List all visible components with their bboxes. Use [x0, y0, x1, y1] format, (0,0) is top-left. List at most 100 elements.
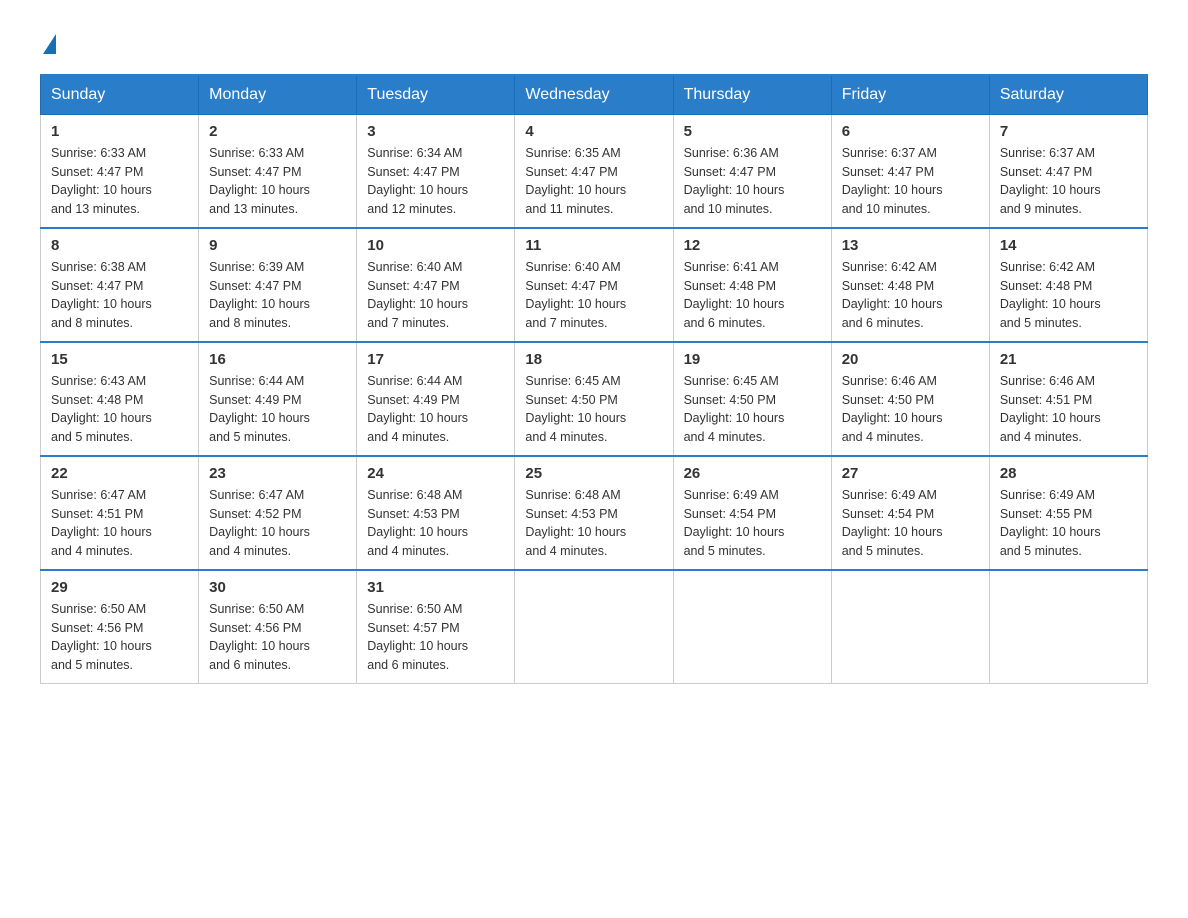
day-number: 16	[209, 351, 346, 368]
calendar-cell: 11 Sunrise: 6:40 AMSunset: 4:47 PMDaylig…	[515, 228, 673, 342]
logo	[40, 30, 56, 54]
day-number: 2	[209, 123, 346, 140]
calendar-cell: 26 Sunrise: 6:49 AMSunset: 4:54 PMDaylig…	[673, 456, 831, 570]
day-number: 6	[842, 123, 979, 140]
day-info: Sunrise: 6:50 AMSunset: 4:56 PMDaylight:…	[51, 602, 152, 672]
calendar-cell: 14 Sunrise: 6:42 AMSunset: 4:48 PMDaylig…	[989, 228, 1147, 342]
calendar-week-row: 15 Sunrise: 6:43 AMSunset: 4:48 PMDaylig…	[41, 342, 1148, 456]
day-info: Sunrise: 6:44 AMSunset: 4:49 PMDaylight:…	[209, 374, 310, 444]
day-number: 11	[525, 237, 662, 254]
day-info: Sunrise: 6:50 AMSunset: 4:56 PMDaylight:…	[209, 602, 310, 672]
day-number: 12	[684, 237, 821, 254]
day-number: 10	[367, 237, 504, 254]
calendar-cell	[831, 570, 989, 684]
day-number: 17	[367, 351, 504, 368]
day-header-thursday: Thursday	[673, 75, 831, 115]
day-header-wednesday: Wednesday	[515, 75, 673, 115]
day-number: 21	[1000, 351, 1137, 368]
day-number: 27	[842, 465, 979, 482]
day-info: Sunrise: 6:44 AMSunset: 4:49 PMDaylight:…	[367, 374, 468, 444]
calendar-week-row: 29 Sunrise: 6:50 AMSunset: 4:56 PMDaylig…	[41, 570, 1148, 684]
day-number: 15	[51, 351, 188, 368]
day-number: 25	[525, 465, 662, 482]
day-number: 30	[209, 579, 346, 596]
day-header-monday: Monday	[199, 75, 357, 115]
calendar-cell: 6 Sunrise: 6:37 AMSunset: 4:47 PMDayligh…	[831, 114, 989, 228]
day-number: 19	[684, 351, 821, 368]
calendar-cell: 31 Sunrise: 6:50 AMSunset: 4:57 PMDaylig…	[357, 570, 515, 684]
day-info: Sunrise: 6:47 AMSunset: 4:52 PMDaylight:…	[209, 488, 310, 558]
day-number: 14	[1000, 237, 1137, 254]
day-info: Sunrise: 6:35 AMSunset: 4:47 PMDaylight:…	[525, 146, 626, 216]
day-number: 4	[525, 123, 662, 140]
calendar-cell: 19 Sunrise: 6:45 AMSunset: 4:50 PMDaylig…	[673, 342, 831, 456]
calendar-table: SundayMondayTuesdayWednesdayThursdayFrid…	[40, 74, 1148, 684]
calendar-cell: 17 Sunrise: 6:44 AMSunset: 4:49 PMDaylig…	[357, 342, 515, 456]
day-number: 13	[842, 237, 979, 254]
day-info: Sunrise: 6:42 AMSunset: 4:48 PMDaylight:…	[1000, 260, 1101, 330]
calendar-cell: 8 Sunrise: 6:38 AMSunset: 4:47 PMDayligh…	[41, 228, 199, 342]
day-header-friday: Friday	[831, 75, 989, 115]
day-header-sunday: Sunday	[41, 75, 199, 115]
day-info: Sunrise: 6:33 AMSunset: 4:47 PMDaylight:…	[51, 146, 152, 216]
day-info: Sunrise: 6:37 AMSunset: 4:47 PMDaylight:…	[1000, 146, 1101, 216]
day-info: Sunrise: 6:40 AMSunset: 4:47 PMDaylight:…	[367, 260, 468, 330]
calendar-header-row: SundayMondayTuesdayWednesdayThursdayFrid…	[41, 75, 1148, 115]
day-info: Sunrise: 6:38 AMSunset: 4:47 PMDaylight:…	[51, 260, 152, 330]
day-number: 24	[367, 465, 504, 482]
day-info: Sunrise: 6:46 AMSunset: 4:51 PMDaylight:…	[1000, 374, 1101, 444]
calendar-cell: 15 Sunrise: 6:43 AMSunset: 4:48 PMDaylig…	[41, 342, 199, 456]
day-info: Sunrise: 6:48 AMSunset: 4:53 PMDaylight:…	[367, 488, 468, 558]
day-number: 8	[51, 237, 188, 254]
calendar-cell: 24 Sunrise: 6:48 AMSunset: 4:53 PMDaylig…	[357, 456, 515, 570]
day-number: 26	[684, 465, 821, 482]
calendar-cell: 7 Sunrise: 6:37 AMSunset: 4:47 PMDayligh…	[989, 114, 1147, 228]
day-info: Sunrise: 6:45 AMSunset: 4:50 PMDaylight:…	[525, 374, 626, 444]
calendar-cell: 18 Sunrise: 6:45 AMSunset: 4:50 PMDaylig…	[515, 342, 673, 456]
calendar-cell: 2 Sunrise: 6:33 AMSunset: 4:47 PMDayligh…	[199, 114, 357, 228]
calendar-week-row: 1 Sunrise: 6:33 AMSunset: 4:47 PMDayligh…	[41, 114, 1148, 228]
day-info: Sunrise: 6:42 AMSunset: 4:48 PMDaylight:…	[842, 260, 943, 330]
day-header-saturday: Saturday	[989, 75, 1147, 115]
calendar-cell: 29 Sunrise: 6:50 AMSunset: 4:56 PMDaylig…	[41, 570, 199, 684]
calendar-cell: 22 Sunrise: 6:47 AMSunset: 4:51 PMDaylig…	[41, 456, 199, 570]
day-number: 22	[51, 465, 188, 482]
day-number: 3	[367, 123, 504, 140]
page-header	[40, 30, 1148, 54]
day-number: 31	[367, 579, 504, 596]
calendar-cell: 12 Sunrise: 6:41 AMSunset: 4:48 PMDaylig…	[673, 228, 831, 342]
day-info: Sunrise: 6:40 AMSunset: 4:47 PMDaylight:…	[525, 260, 626, 330]
calendar-cell: 3 Sunrise: 6:34 AMSunset: 4:47 PMDayligh…	[357, 114, 515, 228]
day-info: Sunrise: 6:46 AMSunset: 4:50 PMDaylight:…	[842, 374, 943, 444]
day-info: Sunrise: 6:43 AMSunset: 4:48 PMDaylight:…	[51, 374, 152, 444]
day-header-tuesday: Tuesday	[357, 75, 515, 115]
calendar-cell: 1 Sunrise: 6:33 AMSunset: 4:47 PMDayligh…	[41, 114, 199, 228]
day-number: 20	[842, 351, 979, 368]
calendar-cell: 23 Sunrise: 6:47 AMSunset: 4:52 PMDaylig…	[199, 456, 357, 570]
calendar-cell: 5 Sunrise: 6:36 AMSunset: 4:47 PMDayligh…	[673, 114, 831, 228]
calendar-week-row: 22 Sunrise: 6:47 AMSunset: 4:51 PMDaylig…	[41, 456, 1148, 570]
day-number: 29	[51, 579, 188, 596]
calendar-cell: 9 Sunrise: 6:39 AMSunset: 4:47 PMDayligh…	[199, 228, 357, 342]
calendar-cell: 30 Sunrise: 6:50 AMSunset: 4:56 PMDaylig…	[199, 570, 357, 684]
calendar-cell: 13 Sunrise: 6:42 AMSunset: 4:48 PMDaylig…	[831, 228, 989, 342]
day-number: 7	[1000, 123, 1137, 140]
day-number: 23	[209, 465, 346, 482]
day-info: Sunrise: 6:41 AMSunset: 4:48 PMDaylight:…	[684, 260, 785, 330]
calendar-cell: 20 Sunrise: 6:46 AMSunset: 4:50 PMDaylig…	[831, 342, 989, 456]
day-info: Sunrise: 6:34 AMSunset: 4:47 PMDaylight:…	[367, 146, 468, 216]
day-info: Sunrise: 6:36 AMSunset: 4:47 PMDaylight:…	[684, 146, 785, 216]
day-info: Sunrise: 6:45 AMSunset: 4:50 PMDaylight:…	[684, 374, 785, 444]
calendar-cell: 10 Sunrise: 6:40 AMSunset: 4:47 PMDaylig…	[357, 228, 515, 342]
day-number: 18	[525, 351, 662, 368]
day-info: Sunrise: 6:50 AMSunset: 4:57 PMDaylight:…	[367, 602, 468, 672]
calendar-week-row: 8 Sunrise: 6:38 AMSunset: 4:47 PMDayligh…	[41, 228, 1148, 342]
calendar-cell: 16 Sunrise: 6:44 AMSunset: 4:49 PMDaylig…	[199, 342, 357, 456]
day-info: Sunrise: 6:49 AMSunset: 4:54 PMDaylight:…	[684, 488, 785, 558]
calendar-cell: 27 Sunrise: 6:49 AMSunset: 4:54 PMDaylig…	[831, 456, 989, 570]
calendar-cell	[515, 570, 673, 684]
day-number: 5	[684, 123, 821, 140]
day-number: 9	[209, 237, 346, 254]
day-info: Sunrise: 6:37 AMSunset: 4:47 PMDaylight:…	[842, 146, 943, 216]
calendar-cell: 28 Sunrise: 6:49 AMSunset: 4:55 PMDaylig…	[989, 456, 1147, 570]
